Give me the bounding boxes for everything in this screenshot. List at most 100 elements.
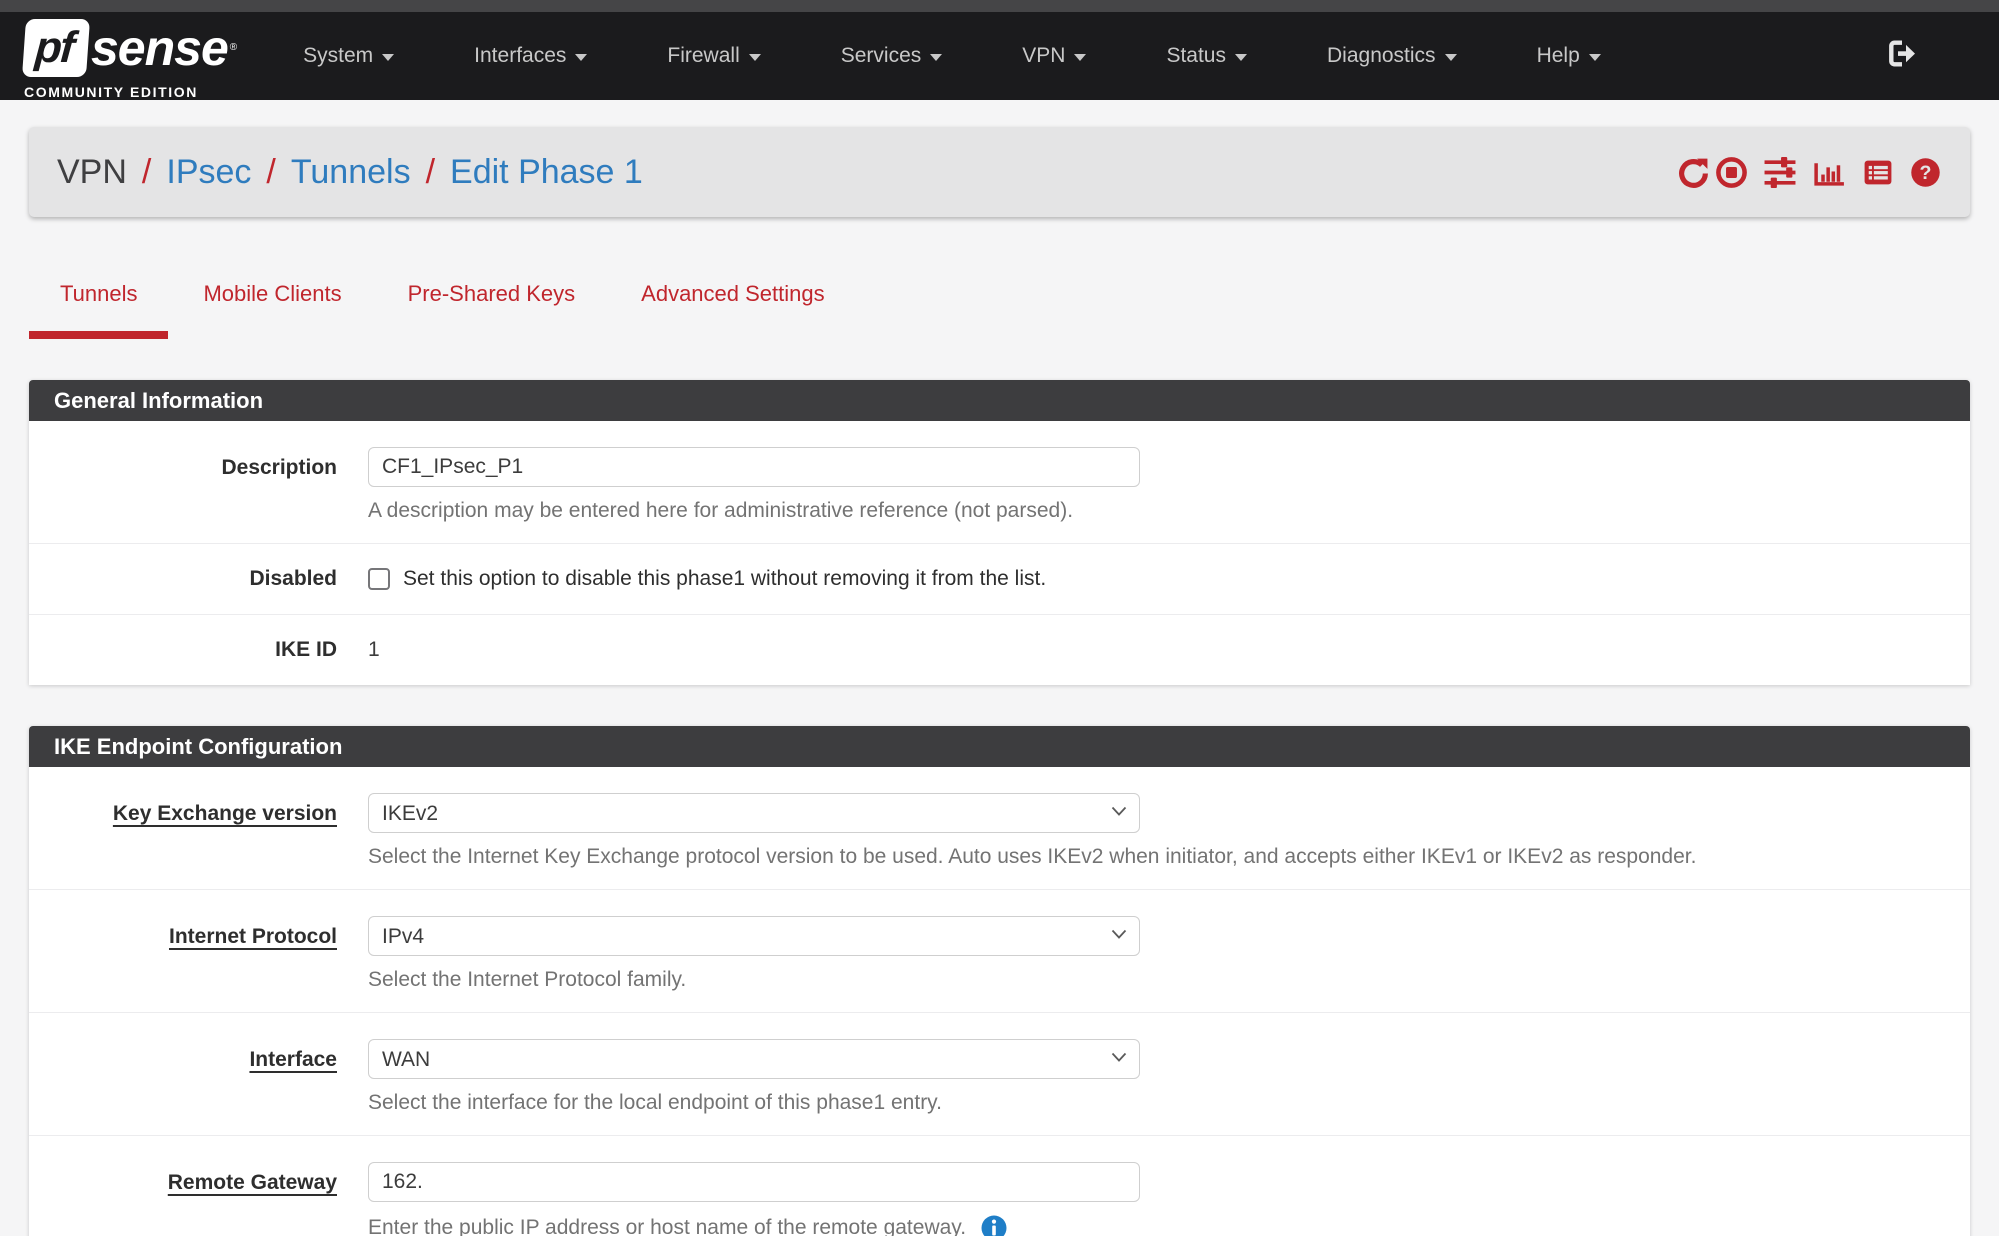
ike-id-label: IKE ID [29, 638, 368, 662]
refresh-icon [1677, 156, 1710, 189]
chevron-down-icon [1235, 54, 1247, 61]
general-information-panel: General Information Description A descri… [29, 380, 1970, 685]
top-navbar: pf sense ® COMMUNITY EDITION System Inte… [0, 12, 1999, 100]
internet-protocol-row: Internet Protocol IPv4 Select the Intern… [29, 890, 1970, 1013]
chevron-down-icon [930, 54, 942, 61]
menu-label: Services [841, 44, 922, 68]
breadcrumb-tunnels-link[interactable]: Tunnels [291, 153, 411, 192]
internet-protocol-select[interactable]: IPv4 [368, 916, 1140, 956]
bar-chart-icon [1812, 156, 1847, 189]
tab-pre-shared-keys[interactable]: Pre-Shared Keys [377, 281, 607, 339]
description-help: A description may be entered here for ad… [368, 499, 1970, 523]
menu-item-vpn[interactable]: VPN [982, 44, 1126, 68]
tab-label: Pre-Shared Keys [408, 281, 576, 306]
pfsense-logo-icon: pf [22, 19, 90, 77]
help-button[interactable]: ? [1909, 156, 1942, 189]
ike-id-value: 1 [368, 638, 1970, 662]
menu-item-interfaces[interactable]: Interfaces [434, 44, 627, 68]
tab-tunnels[interactable]: Tunnels [29, 281, 168, 339]
logo-edition-text: COMMUNITY EDITION [24, 84, 237, 100]
info-icon [980, 1214, 1008, 1236]
menu-label: System [303, 44, 373, 68]
description-label: Description [29, 447, 368, 523]
log-icon [1861, 156, 1895, 189]
internet-protocol-label: Internet Protocol [29, 916, 368, 992]
breadcrumb-separator: / [426, 153, 435, 192]
menu-item-firewall[interactable]: Firewall [627, 44, 800, 68]
breadcrumb: VPN / IPsec / Tunnels / Edit Phase 1 [57, 153, 643, 192]
chevron-down-icon [1589, 54, 1601, 61]
chevron-down-icon [1445, 54, 1457, 61]
interface-help: Select the interface for the local endpo… [368, 1091, 1970, 1115]
key-exchange-select[interactable]: IKEv2 [368, 793, 1140, 833]
tab-bar: Tunnels Mobile Clients Pre-Shared Keys A… [29, 281, 1970, 339]
internet-protocol-help: Select the Internet Protocol family. [368, 968, 1970, 992]
ike-endpoint-configuration-header: IKE Endpoint Configuration [29, 726, 1970, 767]
status-graphs-button[interactable] [1812, 156, 1847, 189]
key-exchange-row: Key Exchange version IKEv2 Select the In… [29, 767, 1970, 890]
key-exchange-label: Key Exchange version [29, 793, 368, 869]
key-exchange-help: Select the Internet Key Exchange protoco… [368, 845, 1970, 869]
menu-label: Interfaces [474, 44, 566, 68]
window-top-strip [0, 0, 1999, 12]
logo-link[interactable]: pf sense ® COMMUNITY EDITION [24, 19, 237, 100]
menu-label: Firewall [667, 44, 739, 68]
disabled-row: Disabled Set this option to disable this… [29, 544, 1970, 615]
stop-service-button[interactable] [1715, 156, 1748, 189]
interface-label: Interface [29, 1039, 368, 1115]
menu-label: Status [1166, 44, 1226, 68]
chevron-down-icon [382, 54, 394, 61]
remote-gateway-help: Enter the public IP address or host name… [368, 1216, 966, 1236]
remote-gateway-info-button[interactable] [980, 1214, 1008, 1236]
interface-select[interactable]: WAN [368, 1039, 1140, 1079]
logout-button[interactable] [1885, 38, 1917, 75]
tab-advanced-settings[interactable]: Advanced Settings [610, 281, 855, 339]
menu-label: Diagnostics [1327, 44, 1436, 68]
interface-row: Interface WAN Select the interface for t… [29, 1013, 1970, 1136]
breadcrumb-separator: / [142, 153, 151, 192]
menu-label: VPN [1022, 44, 1065, 68]
menu-item-system[interactable]: System [263, 44, 434, 68]
breadcrumb-separator: / [266, 153, 275, 192]
chevron-down-icon [749, 54, 761, 61]
main-menu: System Interfaces Firewall Services VPN … [263, 44, 1641, 68]
stop-icon [1715, 156, 1748, 189]
chevron-down-icon [575, 54, 587, 61]
remote-gateway-label: Remote Gateway [29, 1162, 368, 1236]
remote-gateway-row: Remote Gateway Enter the public IP addre… [29, 1136, 1970, 1236]
menu-item-help[interactable]: Help [1497, 44, 1641, 68]
tab-label: Advanced Settings [641, 281, 824, 306]
chevron-down-icon [1074, 54, 1086, 61]
breadcrumb-ipsec-link[interactable]: IPsec [166, 153, 251, 192]
ike-endpoint-configuration-panel: IKE Endpoint Configuration Key Exchange … [29, 726, 1970, 1236]
disabled-checkbox[interactable] [368, 568, 390, 590]
sliders-icon [1762, 156, 1798, 189]
sign-out-icon [1885, 38, 1917, 70]
related-settings-button[interactable] [1762, 156, 1798, 189]
menu-label: Help [1537, 44, 1580, 68]
disabled-checkbox-label[interactable]: Set this option to disable this phase1 w… [403, 567, 1046, 591]
menu-item-status[interactable]: Status [1126, 44, 1287, 68]
registered-mark: ® [230, 42, 237, 53]
tab-mobile-clients[interactable]: Mobile Clients [172, 281, 372, 339]
svg-text:?: ? [1920, 162, 1932, 184]
tab-label: Tunnels [60, 281, 137, 306]
logo-pf-text: pf [33, 23, 74, 73]
help-icon: ? [1909, 156, 1942, 189]
ike-id-row: IKE ID 1 [29, 615, 1970, 685]
breadcrumb-edit-phase-1[interactable]: Edit Phase 1 [450, 153, 643, 192]
description-row: Description A description may be entered… [29, 421, 1970, 544]
menu-item-diagnostics[interactable]: Diagnostics [1287, 44, 1497, 68]
description-input[interactable] [368, 447, 1140, 487]
tab-label: Mobile Clients [203, 281, 341, 306]
menu-item-services[interactable]: Services [801, 44, 983, 68]
view-log-button[interactable] [1861, 156, 1895, 189]
logo-sense-text: sense [91, 23, 228, 73]
breadcrumb-bar: VPN / IPsec / Tunnels / Edit Phase 1 [29, 127, 1970, 217]
page-action-icons: ? [1663, 156, 1942, 189]
remote-gateway-input[interactable] [368, 1162, 1140, 1202]
general-information-header: General Information [29, 380, 1970, 421]
disabled-label: Disabled [29, 567, 368, 591]
restart-service-button[interactable] [1677, 156, 1710, 189]
breadcrumb-vpn: VPN [57, 153, 127, 192]
